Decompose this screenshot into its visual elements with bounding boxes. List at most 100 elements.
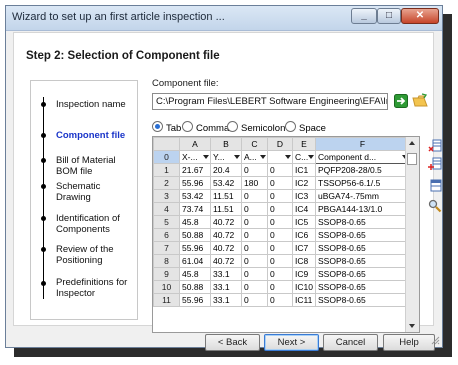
grid-cell[interactable]: 0 [267,280,293,294]
grid-cell[interactable]: 0 [267,176,293,190]
table-row[interactable]: 6 50.88 40.72 0 0 IC6 SSOP8-0.65 [153,228,410,242]
component-file-input[interactable]: C:\Program Files\LEBERT Software Enginee… [152,93,388,110]
grid-cell[interactable]: 40.72 [210,241,242,255]
grid-cell[interactable]: 0 [241,241,268,255]
grid-cell[interactable]: 0 [241,267,268,281]
grid-cell[interactable]: PBGA144-13/1.0 [315,202,410,216]
resize-grip-icon[interactable] [430,335,440,345]
close-button[interactable]: ✕ [401,8,439,24]
grid-cell[interactable]: 55.96 [179,241,211,255]
grid-cell[interactable]: 0 [241,215,268,229]
grid-cell[interactable]: 0 [241,280,268,294]
field-select[interactable]: Component d... [315,150,410,164]
grid-cell[interactable]: SSOP8-0.65 [315,228,410,242]
grid-cell[interactable]: PQFP208-28/0.5 [315,163,410,177]
radio-space[interactable]: Space [285,121,326,134]
grid-cell[interactable]: 0 [267,293,293,307]
grid-cell[interactable]: 50.88 [179,280,211,294]
grid-cell[interactable]: 11.51 [210,202,242,216]
grid-cell[interactable]: 40.72 [210,215,242,229]
grid-cell[interactable]: 0 [267,241,293,255]
grid-cell[interactable]: SSOP8-0.65 [315,280,410,294]
grid-cell[interactable]: 0 [241,228,268,242]
column-header[interactable]: C [241,137,268,151]
grid-cell[interactable]: 20.4 [210,163,242,177]
grid-cell[interactable]: 53.42 [210,176,242,190]
maximize-button[interactable]: □ [377,8,401,24]
grid-cell[interactable]: TSSOP56-6.1/.5 [315,176,410,190]
column-header[interactable]: A [179,137,211,151]
scroll-up-icon[interactable] [409,141,415,145]
grid-cell[interactable]: 0 [267,202,293,216]
grid-cell[interactable]: 0 [241,189,268,203]
table-row[interactable]: 9 45.8 33.1 0 0 IC9 SSOP8-0.65 [153,267,410,281]
field-select[interactable]: X-... [179,150,211,164]
grid-cell[interactable]: 0 [267,267,293,281]
table-row[interactable]: 11 55.96 33.1 0 0 IC11 SSOP8-0.65 [153,293,410,307]
back-button[interactable]: < Back [205,334,260,351]
open-file-button[interactable] [412,93,428,109]
grid-cell[interactable]: uBGA74-.75mm [315,189,410,203]
grid-cell[interactable]: IC9 [292,267,316,281]
table-row[interactable]: 1 21.67 20.4 0 0 IC1 PQFP208-28/0.5 [153,163,410,177]
grid-cell[interactable]: IC2 [292,176,316,190]
grid-cell[interactable]: 33.1 [210,280,242,294]
grid-cell[interactable]: SSOP8-0.65 [315,215,410,229]
grid-cell[interactable]: 40.72 [210,254,242,268]
grid-cell[interactable]: 180 [241,176,268,190]
help-button[interactable]: Help [383,334,435,351]
field-select[interactable]: A... [241,150,268,164]
grid-cell[interactable]: 0 [241,254,268,268]
grid-cell[interactable]: 55.96 [179,293,211,307]
table-row[interactable]: 4 73.74 11.51 0 0 IC4 PBGA144-13/1.0 [153,202,410,216]
grid-cell[interactable]: IC11 [292,293,316,307]
minimize-button[interactable]: _ [351,8,377,24]
grid-cell[interactable]: 0 [267,189,293,203]
next-button[interactable]: Next > [264,334,319,351]
scroll-thumb[interactable] [407,153,417,165]
radio-tab[interactable]: Tab [152,121,181,134]
component-grid[interactable]: A B C D E F 0 X-... Y... A... C... Compo… [152,136,420,333]
grid-cell[interactable]: 21.67 [179,163,211,177]
radio-semicolon[interactable]: Semicolon [227,121,285,134]
grid-cell[interactable]: IC8 [292,254,316,268]
grid-cell[interactable]: IC5 [292,215,316,229]
field-select[interactable] [267,150,293,164]
grid-cell[interactable]: 11.51 [210,189,242,203]
grid-cell[interactable]: 33.1 [210,293,242,307]
grid-cell[interactable]: SSOP8-0.65 [315,241,410,255]
grid-cell[interactable]: IC3 [292,189,316,203]
grid-cell[interactable]: 0 [267,163,293,177]
grid-cell[interactable]: 0 [267,228,293,242]
grid-cell[interactable]: 53.42 [179,189,211,203]
column-header[interactable]: E [292,137,316,151]
grid-cell[interactable]: 73.74 [179,202,211,216]
column-header[interactable]: D [267,137,293,151]
grid-cell[interactable]: IC7 [292,241,316,255]
grid-cell[interactable]: 0 [267,254,293,268]
grid-cell[interactable]: 0 [267,215,293,229]
field-select[interactable]: C... [292,150,316,164]
title-bar[interactable]: Wizard to set up an first article inspec… [6,6,442,31]
apply-file-button[interactable] [394,94,408,108]
table-row[interactable]: 7 55.96 40.72 0 0 IC7 SSOP8-0.65 [153,241,410,255]
grid-cell[interactable]: IC4 [292,202,316,216]
table-row[interactable]: 8 61.04 40.72 0 0 IC8 SSOP8-0.65 [153,254,410,268]
grid-cell[interactable]: 45.8 [179,267,211,281]
column-header[interactable]: F [315,137,410,151]
cancel-button[interactable]: Cancel [323,334,378,351]
scroll-down-icon[interactable] [409,324,415,328]
radio-comma[interactable]: Comma [182,121,229,134]
insert-column-button[interactable] [428,157,442,171]
table-row[interactable]: 3 53.42 11.51 0 0 IC3 uBGA74-.75mm [153,189,410,203]
grid-cell[interactable]: SSOP8-0.65 [315,267,410,281]
grid-cell[interactable]: 0 [241,293,268,307]
grid-cell[interactable]: 0 [241,163,268,177]
grid-cell[interactable]: SSOP8-0.65 [315,254,410,268]
set-header-button[interactable] [428,179,442,193]
column-header[interactable]: B [210,137,242,151]
field-select[interactable]: Y... [210,150,242,164]
grid-cell[interactable]: 45.8 [179,215,211,229]
grid-cell[interactable]: 40.72 [210,228,242,242]
delete-column-button[interactable] [428,139,442,153]
